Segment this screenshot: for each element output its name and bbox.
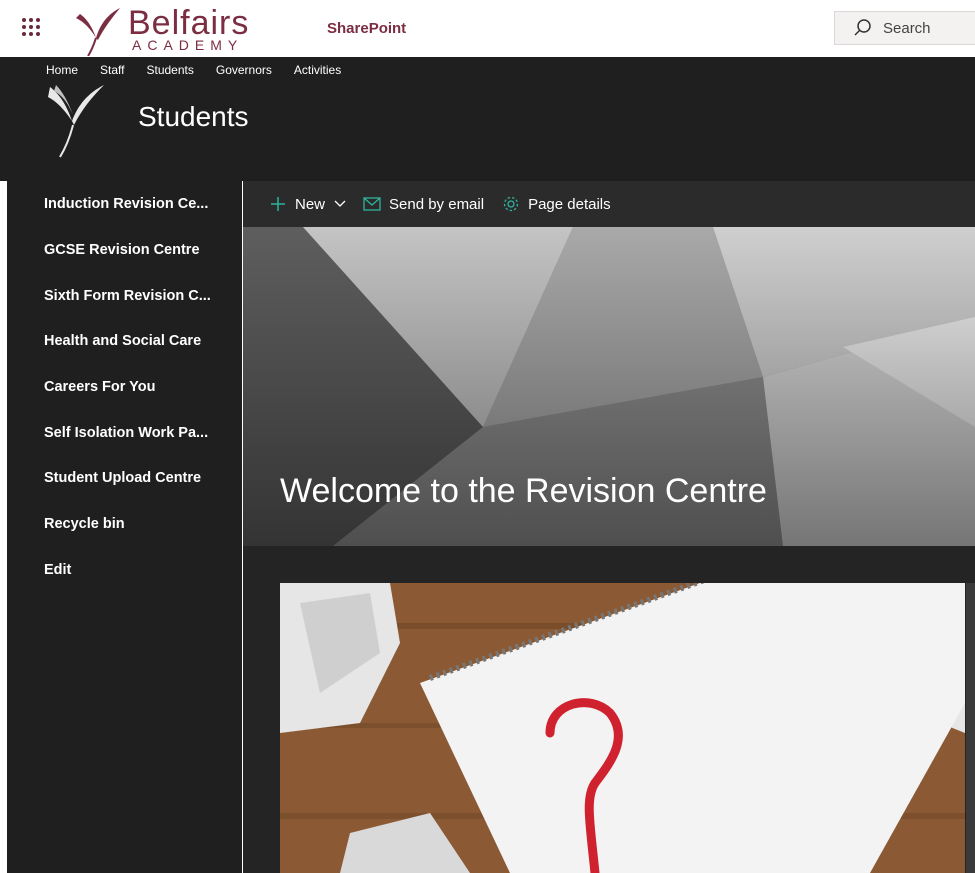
left-navigation: Induction Revision Ce... GCSE Revision C… bbox=[7, 181, 242, 873]
command-bar: New Send by email Page details bbox=[243, 181, 975, 227]
question-mark-notebook-image bbox=[280, 583, 965, 873]
search-placeholder: Search bbox=[883, 19, 931, 37]
page-details-label: Page details bbox=[528, 195, 611, 213]
next-image-edge bbox=[966, 583, 975, 873]
topnav-home[interactable]: Home bbox=[46, 63, 78, 77]
new-button[interactable]: New bbox=[269, 195, 347, 213]
site-title[interactable]: Students bbox=[138, 101, 249, 133]
page-content bbox=[243, 546, 975, 873]
suite-bar: Belfairs ACADEMY SharePoint Search bbox=[0, 0, 975, 57]
new-button-label: New bbox=[295, 195, 326, 213]
nav-item-induction-revision[interactable]: Induction Revision Ce... bbox=[44, 196, 208, 212]
search-icon bbox=[854, 19, 871, 36]
top-navigation: Home Staff Students Governors Activities bbox=[46, 63, 363, 77]
sharepoint-brand-link[interactable]: SharePoint bbox=[327, 20, 406, 37]
nav-item-careers-for-you[interactable]: Careers For You bbox=[44, 379, 155, 395]
bird-logo-icon bbox=[76, 8, 120, 56]
site-logo-icon[interactable] bbox=[46, 81, 106, 159]
topnav-staff[interactable]: Staff bbox=[100, 63, 124, 77]
nav-item-recycle-bin[interactable]: Recycle bin bbox=[44, 516, 125, 532]
logo-subtitle: ACADEMY bbox=[132, 37, 244, 53]
send-by-email-button[interactable]: Send by email bbox=[363, 196, 484, 213]
search-box[interactable]: Search bbox=[834, 11, 975, 45]
hero-title: Welcome to the Revision Centre bbox=[280, 472, 767, 510]
chevron-down-icon bbox=[334, 200, 346, 207]
nav-edit-link[interactable]: Edit bbox=[44, 562, 71, 578]
topnav-students[interactable]: Students bbox=[146, 63, 193, 77]
nav-item-sixth-form-revision[interactable]: Sixth Form Revision C... bbox=[44, 288, 211, 304]
nav-item-gcse-revision[interactable]: GCSE Revision Centre bbox=[44, 242, 200, 258]
belfairs-logo[interactable]: Belfairs ACADEMY bbox=[72, 4, 282, 56]
nav-item-student-upload[interactable]: Student Upload Centre bbox=[44, 470, 201, 486]
gear-icon bbox=[503, 196, 519, 212]
send-by-email-label: Send by email bbox=[389, 195, 485, 213]
app-launcher-icon[interactable] bbox=[20, 16, 42, 38]
topnav-governors[interactable]: Governors bbox=[216, 63, 272, 77]
plus-icon bbox=[271, 197, 285, 211]
topnav-activities[interactable]: Activities bbox=[294, 63, 341, 77]
hero-banner: Welcome to the Revision Centre bbox=[243, 227, 975, 546]
nav-item-health-social-care[interactable]: Health and Social Care bbox=[44, 333, 201, 349]
revision-image[interactable] bbox=[280, 583, 965, 873]
page-details-button[interactable]: Page details bbox=[502, 195, 611, 213]
mail-icon bbox=[363, 197, 381, 211]
site-header: Home Staff Students Governors Activities… bbox=[0, 57, 975, 181]
nav-item-self-isolation-work[interactable]: Self Isolation Work Pa... bbox=[44, 425, 208, 441]
